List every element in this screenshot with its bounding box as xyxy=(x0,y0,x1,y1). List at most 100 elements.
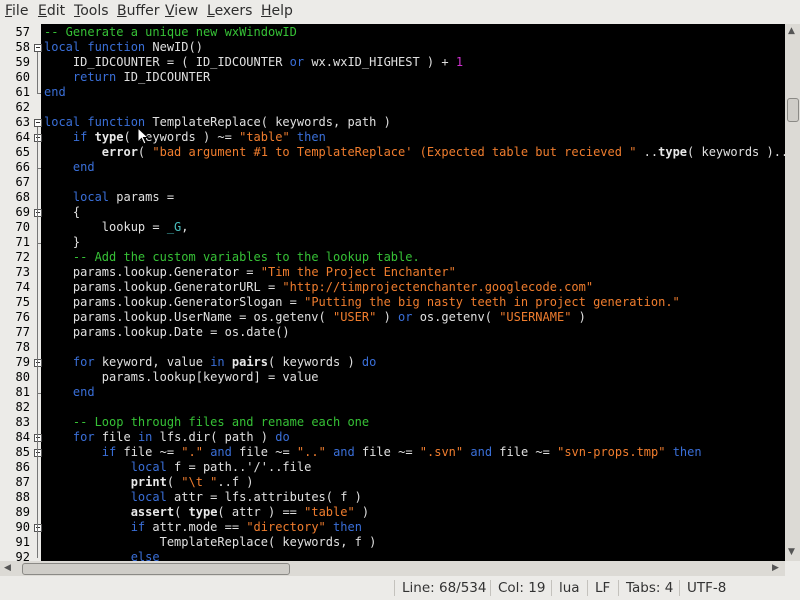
mouse-pointer-icon xyxy=(137,127,149,145)
code-text: params.lookup.UserName = os.getenv( "USE… xyxy=(44,310,586,324)
horizontal-scrollbar[interactable]: ◀ ▶ xyxy=(0,561,785,576)
code-line: 60 return ID_IDCOUNTER xyxy=(0,70,785,85)
line-number: 92 xyxy=(0,550,30,561)
line-number: 72 xyxy=(0,250,30,265)
code-line: 75 params.lookup.GeneratorSlogan = "Putt… xyxy=(0,295,785,310)
code-text: -- Add the custom variables to the looku… xyxy=(72,250,420,264)
line-number: 62 xyxy=(0,100,30,115)
code-line: 82 xyxy=(0,400,785,415)
code-line: 63 local function TemplateReplace( keywor… xyxy=(0,115,785,130)
code-text: error( "bad argument #1 to TemplateRepla… xyxy=(101,145,785,159)
code-text: if attr.mode == "directory" then xyxy=(130,520,362,534)
code-text: local function NewID() xyxy=(44,40,203,54)
scroll-right-arrow-icon[interactable]: ▶ xyxy=(772,563,779,573)
code-line: 83 -- Loop through files and rename each… xyxy=(0,415,785,430)
code-text: { xyxy=(44,205,81,219)
code-line: 77 params.lookup.Date = os.date() xyxy=(0,325,785,340)
status-lexer[interactable]: lua xyxy=(559,580,580,596)
code-line: 68 local params = xyxy=(0,190,785,205)
vertical-scrollbar[interactable]: ▲ ▼ xyxy=(785,24,800,561)
code-text: local f = path..'/'..file xyxy=(130,460,312,474)
status-line: Line: 68/534 xyxy=(402,580,487,596)
status-bar: Line: 68/534 Col: 19 lua LF Tabs: 4 UTF-… xyxy=(0,576,800,600)
menu-view[interactable]: View xyxy=(165,3,198,19)
code-text: local attr = lfs.attributes( f ) xyxy=(130,490,362,504)
line-number: 88 xyxy=(0,490,30,505)
line-number: 60 xyxy=(0,70,30,85)
code-line: 92 else xyxy=(0,550,785,561)
code-text: params.lookup.Date = os.date() xyxy=(44,325,290,339)
horizontal-scroll-thumb[interactable] xyxy=(22,563,290,575)
menu-help[interactable]: Help xyxy=(261,3,293,19)
line-number: 63 xyxy=(0,115,30,130)
line-number: 89 xyxy=(0,505,30,520)
code-text: local params = xyxy=(72,190,175,204)
line-number: 78 xyxy=(0,340,30,355)
code-line: 87 print( "\t "..f ) xyxy=(0,475,785,490)
code-line: 59 ID_IDCOUNTER = ( ID_IDCOUNTER or wx.w… xyxy=(0,55,785,70)
line-number: 68 xyxy=(0,190,30,205)
menu-tools[interactable]: Tools xyxy=(74,3,109,19)
code-line: 70 lookup = _G, xyxy=(0,220,785,235)
code-text: end xyxy=(72,160,95,174)
line-number: 64 xyxy=(0,130,30,145)
code-text: ID_IDCOUNTER = ( ID_IDCOUNTER or wx.wxID… xyxy=(44,55,464,69)
code-line: 80 params.lookup[keyword] = value xyxy=(0,370,785,385)
line-number: 61 xyxy=(0,85,30,100)
code-line: 57 -- Generate a unique new wxWindowID xyxy=(0,25,785,40)
scroll-down-arrow-icon[interactable]: ▼ xyxy=(788,547,795,557)
code-line: 67 xyxy=(0,175,785,190)
line-number: 67 xyxy=(0,175,30,190)
line-number: 77 xyxy=(0,325,30,340)
code-text: params.lookup.GeneratorURL = "http://tim… xyxy=(44,280,594,294)
line-number: 91 xyxy=(0,535,30,550)
code-line: 66 end xyxy=(0,160,785,175)
line-number: 79 xyxy=(0,355,30,370)
code-text: params.lookup.Generator = "Tim the Proje… xyxy=(44,265,456,279)
code-editor[interactable]: 57 -- Generate a unique new wxWindowID 58 l… xyxy=(0,24,785,561)
menu-lexers[interactable]: Lexers xyxy=(207,3,252,19)
code-text: else xyxy=(130,550,160,561)
line-number: 69 xyxy=(0,205,30,220)
code-line: 74 params.lookup.GeneratorURL = "http://… xyxy=(0,280,785,295)
code-line: 79 for keyword, value in pairs( keywords… xyxy=(0,355,785,370)
code-line: 73 params.lookup.Generator = "Tim the Pr… xyxy=(0,265,785,280)
code-line: 90 if attr.mode == "directory" then xyxy=(0,520,785,535)
code-text: local function TemplateReplace( keywords… xyxy=(44,115,391,129)
line-number: 76 xyxy=(0,310,30,325)
code-line: 84 for file in lfs.dir( path ) do xyxy=(0,430,785,445)
code-line: 61 end xyxy=(0,85,785,100)
line-number: 70 xyxy=(0,220,30,235)
code-line: 86 local f = path..'/'..file xyxy=(0,460,785,475)
code-text: return ID_IDCOUNTER xyxy=(72,70,211,84)
line-number: 73 xyxy=(0,265,30,280)
code-line: 69 { xyxy=(0,205,785,220)
menu-file[interactable]: File xyxy=(5,3,28,19)
code-line: 58 local function NewID() xyxy=(0,40,785,55)
vertical-scroll-thumb[interactable] xyxy=(787,98,799,122)
code-line: 78 xyxy=(0,340,785,355)
scroll-left-arrow-icon[interactable]: ◀ xyxy=(4,563,11,573)
line-number: 57 xyxy=(0,25,30,40)
code-line: 89 assert( type( attr ) == "table" ) xyxy=(0,505,785,520)
status-encoding[interactable]: UTF-8 xyxy=(687,580,726,596)
status-tabs[interactable]: Tabs: 4 xyxy=(626,580,673,596)
line-number: 65 xyxy=(0,145,30,160)
status-column: Col: 19 xyxy=(498,580,546,596)
line-number: 66 xyxy=(0,160,30,175)
line-number: 84 xyxy=(0,430,30,445)
menu-buffer[interactable]: Buffer xyxy=(117,3,160,19)
code-line: 76 params.lookup.UserName = os.getenv( "… xyxy=(0,310,785,325)
code-text: -- Generate a unique new wxWindowID xyxy=(44,25,297,39)
code-line: 85 if file ~= "." and file ~= ".." and f… xyxy=(0,445,785,460)
menu-edit[interactable]: Edit xyxy=(38,3,65,19)
code-text: lookup = _G, xyxy=(44,220,189,234)
code-text: for keyword, value in pairs( keywords ) … xyxy=(72,355,377,369)
code-text: TemplateReplace( keywords, f ) xyxy=(44,535,377,549)
line-number: 87 xyxy=(0,475,30,490)
code-text: } xyxy=(44,235,81,249)
code-text: for file in lfs.dir( path ) do xyxy=(72,430,290,444)
scroll-up-arrow-icon[interactable]: ▲ xyxy=(788,26,795,36)
status-eol[interactable]: LF xyxy=(595,580,610,596)
menu-bar: File Edit Tools Buffer View Lexers Help xyxy=(0,0,800,24)
